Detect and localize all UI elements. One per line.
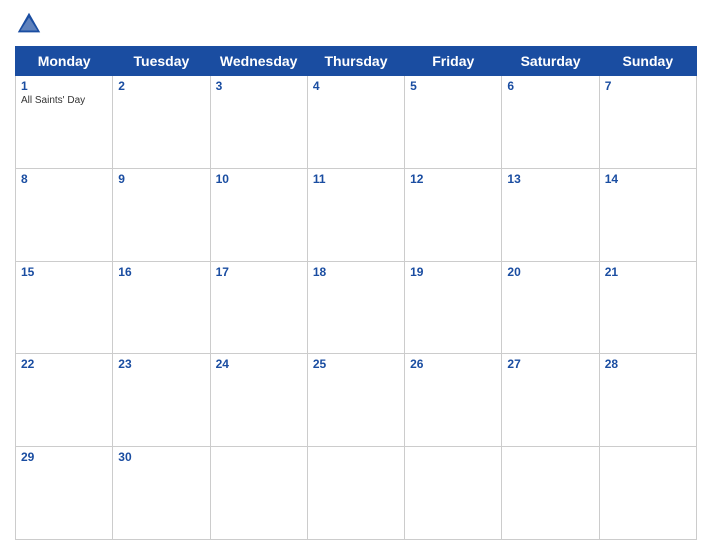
week-row-5: 29 30: [16, 447, 697, 540]
calendar-cell: 14: [599, 168, 696, 261]
calendar-cell: 16: [113, 261, 210, 354]
day-number: 23: [118, 357, 204, 371]
calendar-cell: 20: [502, 261, 599, 354]
day-number: 2: [118, 79, 204, 93]
calendar-cell: [502, 447, 599, 540]
day-number: 3: [216, 79, 302, 93]
calendar-cell: 19: [405, 261, 502, 354]
day-number: 6: [507, 79, 593, 93]
day-number: 8: [21, 172, 107, 186]
day-number: 30: [118, 450, 204, 464]
calendar-cell: [405, 447, 502, 540]
calendar-cell: 10: [210, 168, 307, 261]
calendar-cell: 23: [113, 354, 210, 447]
week-row-2: 89 10 11 12 13 14: [16, 168, 697, 261]
calendar-cell: 21: [599, 261, 696, 354]
calendar-cell: 3: [210, 76, 307, 169]
calendar-table: MondayTuesdayWednesdayThursdayFridaySatu…: [15, 46, 697, 540]
day-number: 4: [313, 79, 399, 93]
calendar-cell: 29: [16, 447, 113, 540]
weekday-header-saturday: Saturday: [502, 47, 599, 76]
calendar-cell: [307, 447, 404, 540]
calendar-cell: 2: [113, 76, 210, 169]
calendar-cell: 25: [307, 354, 404, 447]
weekday-header-monday: Monday: [16, 47, 113, 76]
calendar-cell: 9: [113, 168, 210, 261]
day-number: 26: [410, 357, 496, 371]
calendar-cell: 5: [405, 76, 502, 169]
weekday-header-sunday: Sunday: [599, 47, 696, 76]
day-number: 1: [21, 79, 107, 93]
day-number: 24: [216, 357, 302, 371]
calendar-cell: 18: [307, 261, 404, 354]
day-number: 17: [216, 265, 302, 279]
day-number: 18: [313, 265, 399, 279]
day-number: 25: [313, 357, 399, 371]
calendar-cell: 24: [210, 354, 307, 447]
calendar-cell: 8: [16, 168, 113, 261]
day-number: 28: [605, 357, 691, 371]
day-number: 7: [605, 79, 691, 93]
calendar-cell: [210, 447, 307, 540]
calendar-cell: 4: [307, 76, 404, 169]
calendar-cell: 30: [113, 447, 210, 540]
week-row-4: 22 23 24 25 26 27 28: [16, 354, 697, 447]
day-number: 12: [410, 172, 496, 186]
day-number: 14: [605, 172, 691, 186]
day-number: 5: [410, 79, 496, 93]
calendar-cell: 6: [502, 76, 599, 169]
day-number: 27: [507, 357, 593, 371]
day-number: 22: [21, 357, 107, 371]
holiday-label: All Saints' Day: [21, 95, 107, 106]
week-row-1: 1 All Saints' Day 234567: [16, 76, 697, 169]
calendar-cell: [599, 447, 696, 540]
weekday-header-friday: Friday: [405, 47, 502, 76]
day-number: 19: [410, 265, 496, 279]
day-number: 16: [118, 265, 204, 279]
week-row-3: 15 16 17 18 19 20 21: [16, 261, 697, 354]
day-number: 29: [21, 450, 107, 464]
weekday-header-tuesday: Tuesday: [113, 47, 210, 76]
calendar-cell: 27: [502, 354, 599, 447]
calendar-header: [15, 10, 697, 38]
calendar-cell: 11: [307, 168, 404, 261]
day-number: 15: [21, 265, 107, 279]
logo: [15, 10, 47, 38]
calendar-cell: 12: [405, 168, 502, 261]
day-number: 20: [507, 265, 593, 279]
calendar-cell: 26: [405, 354, 502, 447]
calendar-cell: 1 All Saints' Day: [16, 76, 113, 169]
calendar-cell: 28: [599, 354, 696, 447]
calendar-cell: 17: [210, 261, 307, 354]
day-number: 21: [605, 265, 691, 279]
calendar-cell: 13: [502, 168, 599, 261]
logo-icon: [15, 10, 43, 38]
weekday-header-wednesday: Wednesday: [210, 47, 307, 76]
calendar-cell: 22: [16, 354, 113, 447]
day-number: 13: [507, 172, 593, 186]
calendar-cell: 15: [16, 261, 113, 354]
day-number: 9: [118, 172, 204, 186]
day-number: 11: [313, 172, 399, 186]
weekday-header-thursday: Thursday: [307, 47, 404, 76]
calendar-cell: 7: [599, 76, 696, 169]
weekday-header-row: MondayTuesdayWednesdayThursdayFridaySatu…: [16, 47, 697, 76]
day-number: 10: [216, 172, 302, 186]
